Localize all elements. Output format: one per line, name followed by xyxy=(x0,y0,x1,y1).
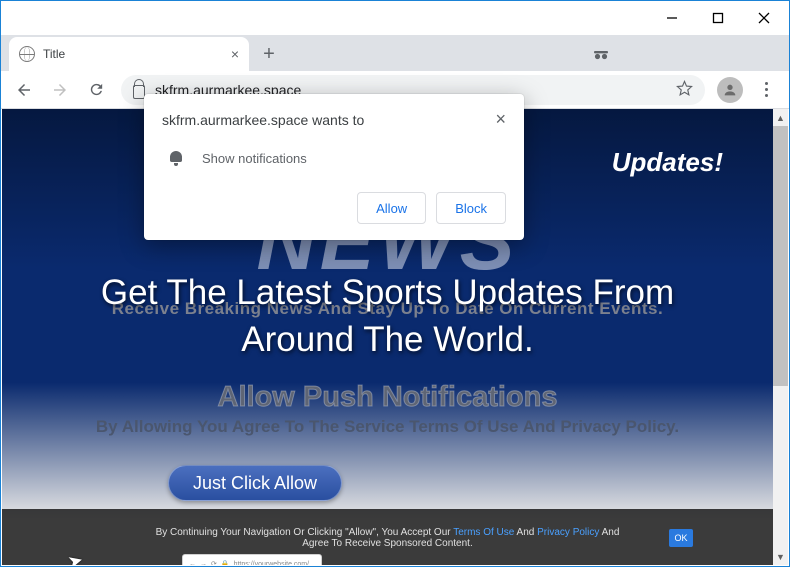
scrollbar-thumb[interactable] xyxy=(773,126,788,386)
vertical-scrollbar[interactable]: ▲ ▼ xyxy=(773,109,788,565)
incognito-icon xyxy=(593,47,609,65)
mock-url: https://yourwebsite.com/ xyxy=(234,561,309,566)
footer-text-mid: And xyxy=(514,527,537,538)
hero-line1: Get The Latest Sports Updates From xyxy=(2,269,773,316)
tab-strip: Title × + xyxy=(1,35,789,71)
allow-label: Allow xyxy=(376,201,407,216)
scroll-up-icon[interactable]: ▲ xyxy=(773,109,788,126)
tab-close-icon[interactable]: × xyxy=(231,46,239,62)
mock-browser-graphic: ← → ⟳ 🔒 https://yourwebsite.com/ xyxy=(182,554,322,565)
permission-capability-text: Show notifications xyxy=(202,151,307,166)
window-close-button[interactable] xyxy=(741,3,787,33)
window-maximize-button[interactable] xyxy=(695,3,741,33)
tab-title: Title xyxy=(43,47,223,61)
scroll-down-icon[interactable]: ▼ xyxy=(773,548,788,565)
reload-button[interactable] xyxy=(79,75,113,105)
privacy-policy-link[interactable]: Privacy Policy xyxy=(537,527,599,538)
profile-button[interactable] xyxy=(713,75,747,105)
ok-label: OK xyxy=(674,533,687,543)
consent-footer: By Continuing Your Navigation Or Clickin… xyxy=(2,509,773,565)
menu-button[interactable] xyxy=(749,75,783,105)
globe-icon xyxy=(19,46,35,62)
banner-updates-text: Updates! xyxy=(612,147,723,178)
back-button[interactable] xyxy=(7,75,41,105)
new-tab-button[interactable]: + xyxy=(255,40,283,68)
mock-reload-icon: ⟳ xyxy=(211,560,217,565)
mock-back-icon: ← xyxy=(189,561,196,566)
bookmark-star-icon[interactable] xyxy=(676,80,693,100)
forward-button[interactable] xyxy=(43,75,77,105)
permission-prompt-text: skfrm.aurmarkee.space wants to xyxy=(162,112,364,128)
notification-permission-dialog: skfrm.aurmarkee.space wants to × Show no… xyxy=(144,94,524,240)
dialog-close-icon[interactable]: × xyxy=(495,112,506,126)
allow-button[interactable]: Allow xyxy=(357,192,426,224)
avatar-icon xyxy=(717,77,743,103)
cta-label: Just Click Allow xyxy=(193,473,317,494)
allow-notifications-heading: Allow Push Notifications xyxy=(2,381,773,414)
terms-line: By Allowing You Agree To The Service Ter… xyxy=(2,417,773,437)
hero-line2: Around The World. xyxy=(2,316,773,363)
bell-icon xyxy=(168,150,184,166)
footer-text-pre: By Continuing Your Navigation Or Clickin… xyxy=(156,527,454,538)
block-button[interactable]: Block xyxy=(436,192,506,224)
browser-tab[interactable]: Title × xyxy=(9,37,249,71)
just-click-allow-button[interactable]: Just Click Allow xyxy=(168,465,342,501)
mock-forward-icon: → xyxy=(200,561,207,566)
window-titlebar xyxy=(1,1,789,35)
mock-lock-icon: 🔒 xyxy=(221,560,230,565)
block-label: Block xyxy=(455,201,487,216)
window-minimize-button[interactable] xyxy=(649,3,695,33)
hero-headline: Get The Latest Sports Updates From Aroun… xyxy=(2,269,773,364)
footer-ok-button[interactable]: OK xyxy=(669,529,693,547)
terms-of-use-link[interactable]: Terms Of Use xyxy=(453,527,514,538)
